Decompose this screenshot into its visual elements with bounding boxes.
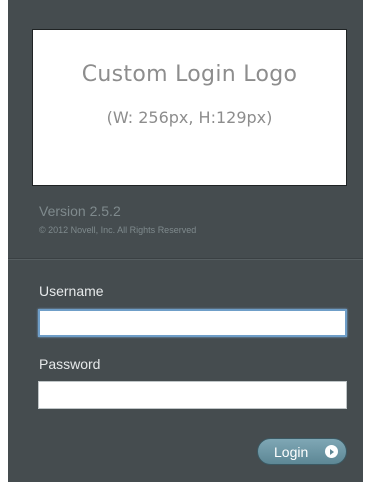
login-panel: Custom Login Logo (W: 256px, H:129px) Ve…	[8, 0, 363, 482]
arrow-right-circle-icon	[325, 445, 338, 458]
password-label: Password	[39, 356, 101, 372]
login-button-label: Login	[274, 444, 309, 460]
username-input[interactable]	[38, 309, 347, 337]
divider	[8, 258, 363, 260]
logo-dimensions: (W: 256px, H:129px)	[106, 108, 273, 127]
username-label: Username	[39, 283, 104, 299]
version-text: Version 2.5.2	[39, 203, 121, 219]
password-input[interactable]	[38, 381, 347, 409]
login-button[interactable]: Login	[257, 438, 347, 465]
logo-title: Custom Login Logo	[81, 62, 298, 87]
copyright-text: © 2012 Novell, Inc. All Rights Reserved	[39, 225, 197, 235]
custom-logo-placeholder: Custom Login Logo (W: 256px, H:129px)	[32, 29, 347, 186]
